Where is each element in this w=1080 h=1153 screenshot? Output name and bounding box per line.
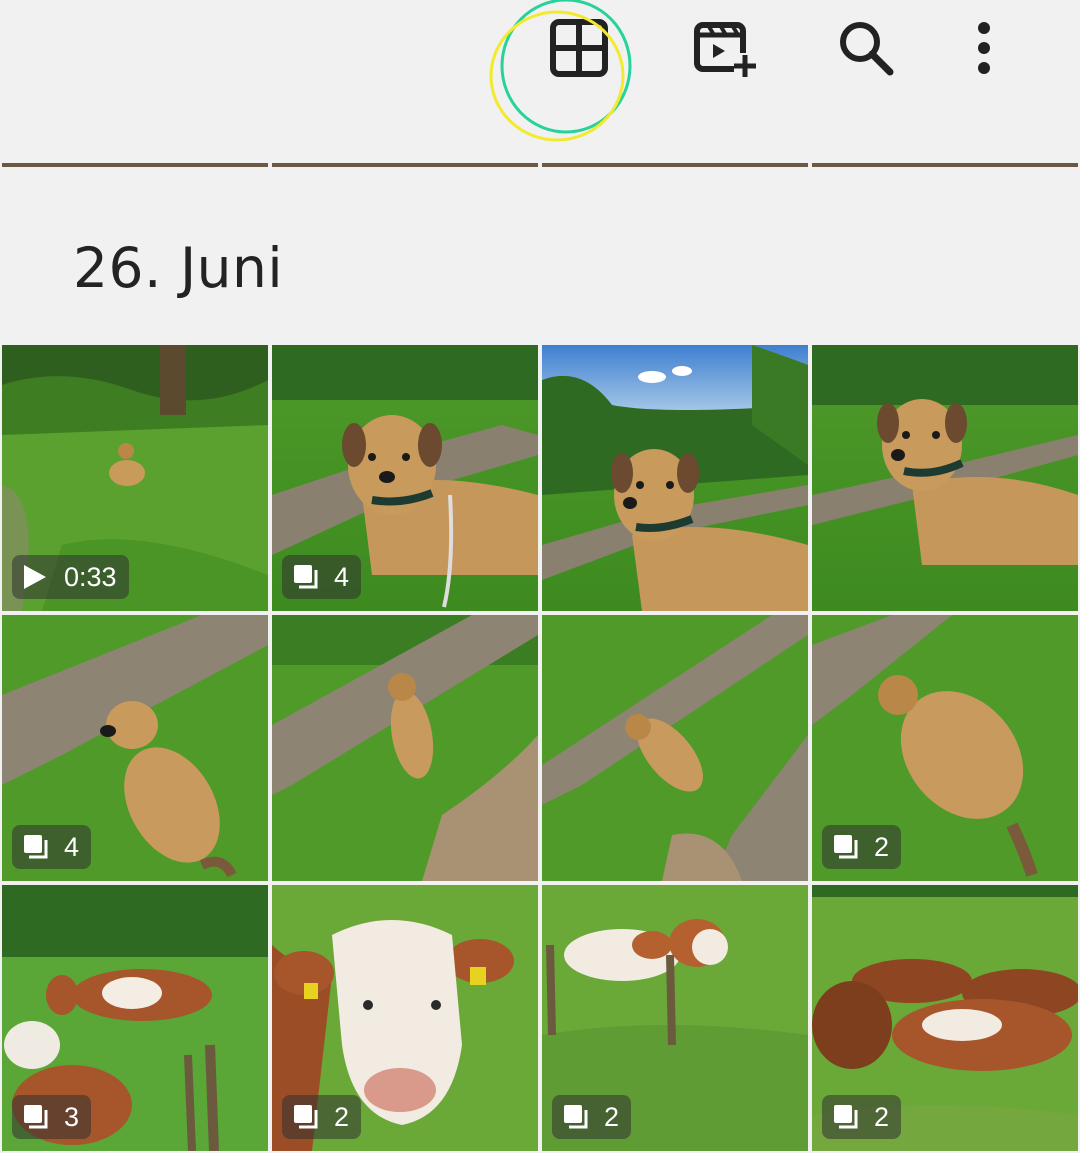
stack-badge: 4 [282, 555, 362, 599]
stack-icon [832, 1102, 862, 1132]
stack-icon [832, 832, 862, 862]
more-options-button[interactable] [936, 0, 1032, 96]
video-duration: 0:33 [64, 561, 117, 592]
photo-tile[interactable] [542, 345, 808, 611]
photo-dog-small-path [272, 615, 538, 881]
stack-count: 2 [874, 1101, 890, 1132]
stack-icon [22, 1102, 52, 1132]
play-icon [22, 562, 52, 592]
stack-badge: 2 [822, 1095, 902, 1139]
photo-tile[interactable]: 2 [542, 885, 808, 1151]
photo-tile[interactable]: 2 [812, 885, 1078, 1151]
stack-count: 2 [604, 1101, 620, 1132]
video-badge: 0:33 [12, 555, 129, 599]
stack-badge: 3 [12, 1095, 92, 1139]
photo-dog-grass [812, 345, 1078, 611]
stack-count: 2 [334, 1101, 350, 1132]
stack-count: 2 [874, 831, 890, 862]
stack-badge: 2 [282, 1095, 362, 1139]
photo-tile[interactable] [812, 345, 1078, 611]
photo-tile[interactable]: 2 [812, 615, 1078, 881]
stack-icon [292, 1102, 322, 1132]
more-options-icon [978, 22, 990, 74]
stack-count: 4 [334, 561, 350, 592]
stack-badge: 2 [822, 825, 902, 869]
photo-tile[interactable] [542, 615, 808, 881]
search-icon [840, 22, 894, 76]
stack-count: 4 [64, 831, 80, 862]
photo-tile[interactable]: 4 [272, 345, 538, 611]
stack-count: 3 [64, 1101, 80, 1132]
grid-view-button[interactable] [531, 0, 627, 96]
stack-badge: 4 [12, 825, 92, 869]
search-button[interactable] [818, 0, 914, 96]
photo-tile[interactable]: 4 [2, 615, 268, 881]
create-movie-icon [694, 22, 756, 77]
stack-icon [292, 562, 322, 592]
grid-view-icon [550, 19, 608, 77]
stack-badge: 2 [552, 1095, 632, 1139]
photo-tile[interactable]: 3 [2, 885, 268, 1151]
previous-row-edge [0, 163, 1080, 168]
photo-tile[interactable]: 2 [272, 885, 538, 1151]
stack-icon [22, 832, 52, 862]
photo-dog-sky [542, 345, 808, 611]
app-toolbar [0, 0, 1080, 160]
date-header: 26. Juni [73, 236, 284, 300]
photo-dog-diagonal [542, 615, 808, 881]
create-movie-button[interactable] [677, 0, 773, 96]
photo-tile[interactable] [272, 615, 538, 881]
stack-icon [562, 1102, 592, 1132]
photo-tile[interactable]: 0:33 [2, 345, 268, 611]
